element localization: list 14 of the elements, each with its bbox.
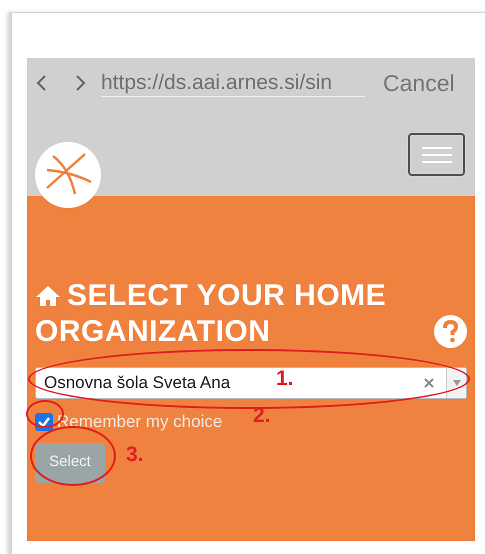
dropdown-arrow-icon[interactable] [452,380,460,386]
select-value: Osnovna šola Sveta Ana [43,372,230,394]
select-button[interactable]: Select [35,442,105,482]
logo-icon[interactable] [35,142,101,208]
url-field[interactable]: https://ds.aai.arnes.si/sin [101,70,365,96]
clear-icon[interactable] [424,378,434,388]
home-icon [35,285,61,307]
annotation-number: 3. [126,442,144,468]
menu-button[interactable] [408,133,465,176]
remember-checkbox[interactable] [35,412,53,431]
help-icon[interactable] [434,315,467,348]
annotation-number: 1. [276,366,294,392]
remember-label: Remember my choice [57,411,222,433]
cancel-button[interactable]: Cancel [383,66,455,100]
